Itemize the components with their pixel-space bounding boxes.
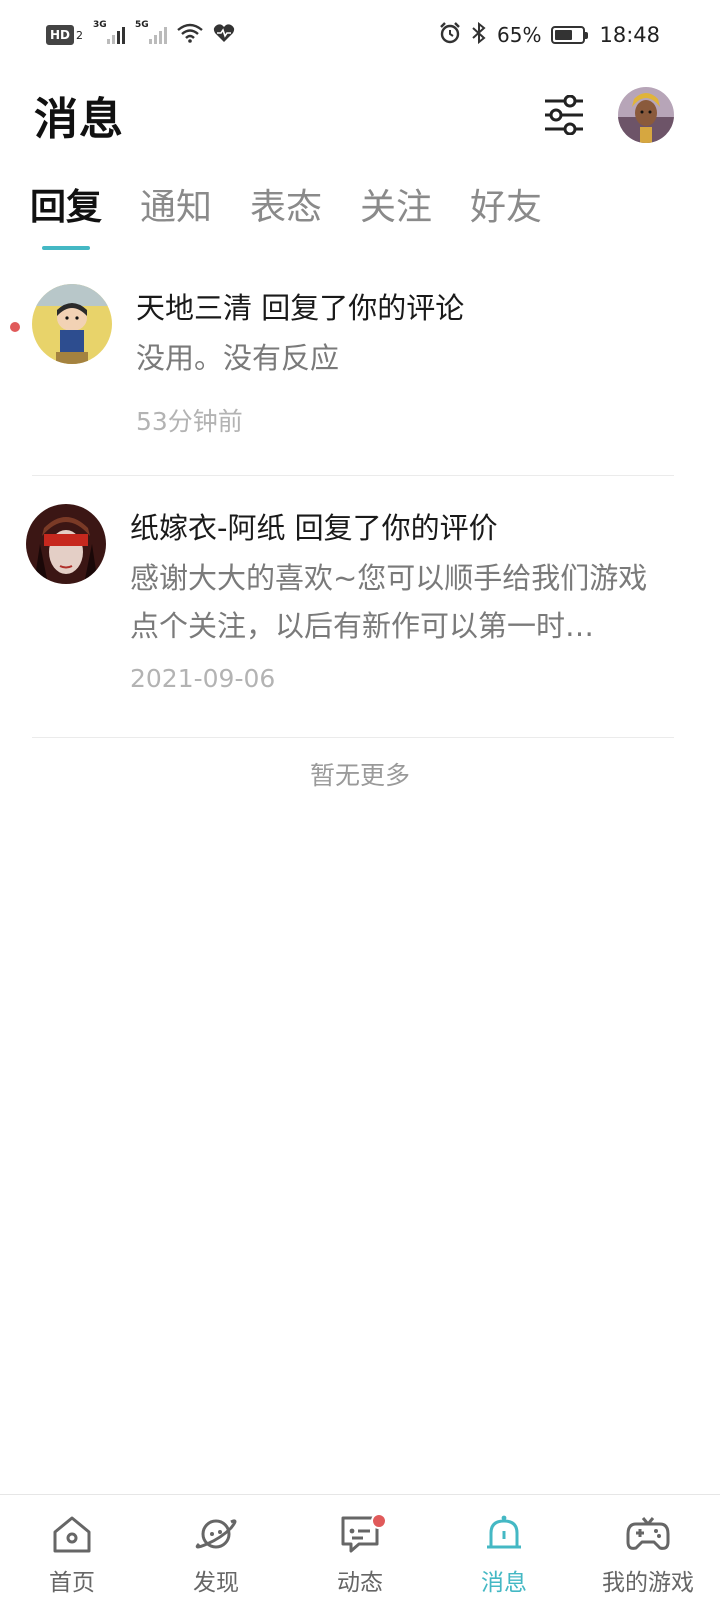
page-title: 消息 [34, 94, 124, 145]
sender-avatar[interactable] [26, 504, 106, 584]
signal-icon-sim2: 5G [135, 20, 168, 44]
bluetooth-icon [471, 21, 487, 49]
gamepad-icon [625, 1511, 671, 1557]
wifi-icon [177, 23, 203, 48]
filter-button[interactable] [542, 93, 586, 137]
no-more-text: 暂无更多 [309, 761, 410, 790]
nav-discover[interactable]: 发现 [144, 1495, 288, 1600]
message-body: 纸嫁衣-阿纸 回复了你的评价 感谢大大的喜欢~您可以顺手给我们游戏点个关注，以后… [130, 504, 674, 737]
message-tabs: 回复 通知 表态 关注 好友 [0, 180, 720, 260]
nav-my-games[interactable]: 我的游戏 [576, 1495, 720, 1600]
planet-icon [193, 1511, 239, 1557]
bottom-nav: 首页 发现 动态 消息 我的游戏 [0, 1494, 720, 1600]
nav-label: 发现 [193, 1570, 239, 1596]
clock: 18:48 [599, 23, 660, 47]
header-actions [542, 87, 674, 143]
status-bar: HD 2 3G 5G 65% 18:48 [0, 0, 720, 70]
hd-badge: HD [46, 25, 75, 45]
message-content: 感谢大大的喜欢~您可以顺手给我们游戏点个关注，以后有新作可以第一时… [130, 561, 648, 643]
notification-badge [371, 1513, 387, 1529]
status-right: 65% 18:48 [439, 21, 660, 49]
message-time: 2021-09-06 [130, 664, 276, 693]
unread-dot [10, 322, 20, 332]
tab-reactions[interactable]: 表态 [250, 180, 360, 260]
bell-icon [481, 1511, 527, 1557]
message-time: 53分钟前 [136, 407, 243, 436]
message-title: 纸嫁衣-阿纸 回复了你的评价 [130, 511, 498, 545]
tab-notifications[interactable]: 通知 [140, 180, 250, 260]
message-body: 天地三清 回复了你的评论 没用。没有反应 53分钟前 [136, 284, 674, 475]
message-item[interactable]: 纸嫁衣-阿纸 回复了你的评价 感谢大大的喜欢~您可以顺手给我们游戏点个关注，以后… [26, 476, 674, 738]
nav-label: 首页 [49, 1570, 95, 1596]
message-title: 天地三清 回复了你的评论 [136, 291, 465, 325]
nav-feed[interactable]: 动态 [288, 1495, 432, 1600]
battery-icon [551, 26, 589, 44]
battery-percent: 65% [497, 23, 542, 47]
nav-label: 动态 [337, 1570, 383, 1596]
header: 消息 [0, 80, 720, 150]
message-list: 天地三清 回复了你的评论 没用。没有反应 53分钟前 纸嫁衣-阿纸 回复了你的评… [0, 270, 720, 738]
home-icon [49, 1511, 95, 1557]
nav-messages[interactable]: 消息 [432, 1495, 576, 1600]
nav-label: 我的游戏 [602, 1570, 694, 1596]
nav-home[interactable]: 首页 [0, 1495, 144, 1600]
tab-friends[interactable]: 好友 [470, 180, 580, 260]
nav-label: 消息 [481, 1570, 527, 1596]
alarm-icon [439, 21, 461, 49]
status-left: HD 2 3G 5G [46, 20, 235, 48]
tab-follows[interactable]: 关注 [360, 180, 470, 260]
message-content: 没用。没有反应 [136, 341, 340, 375]
sliders-icon [545, 95, 583, 135]
sender-avatar[interactable] [32, 284, 112, 364]
signal-icon-sim1: 3G [93, 20, 126, 44]
tab-reply[interactable]: 回复 [30, 180, 140, 260]
health-icon [213, 23, 235, 48]
user-avatar[interactable] [618, 87, 674, 143]
message-item[interactable]: 天地三清 回复了你的评论 没用。没有反应 53分钟前 [10, 270, 674, 476]
hd-sub: 2 [76, 28, 84, 42]
